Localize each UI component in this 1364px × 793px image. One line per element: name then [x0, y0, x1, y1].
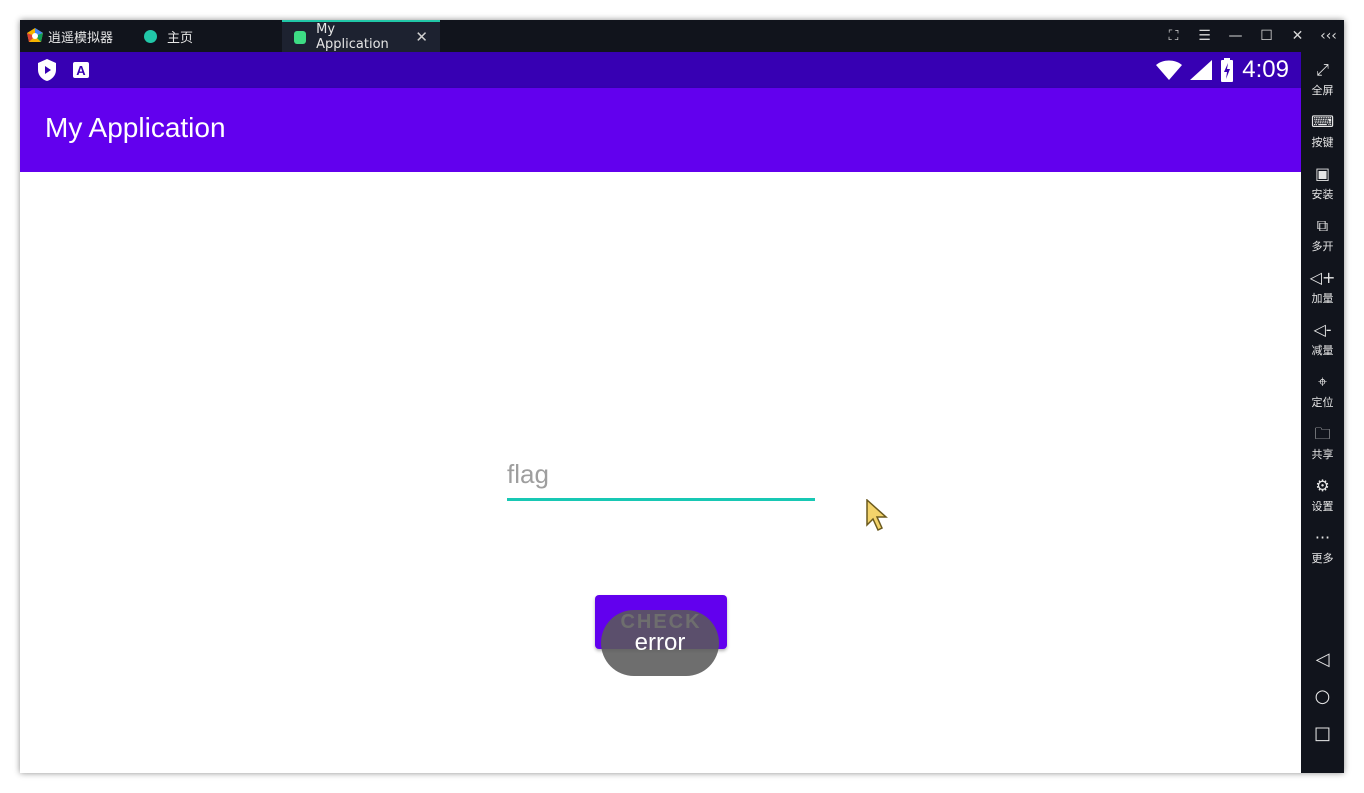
app-title: My Application [45, 112, 226, 143]
maximize-icon[interactable]: ☐ [1251, 28, 1282, 44]
android-app-icon [294, 30, 307, 44]
sidebar-item-share[interactable]: 🗀 共享 [1301, 424, 1344, 462]
volume-down-icon: ◁- [1313, 320, 1332, 339]
emulator-brand-label: 逍遥模拟器 [48, 30, 114, 46]
multi-instance-icon: ⧉ [1316, 216, 1329, 235]
emulator-logo-icon [27, 28, 43, 42]
sidebar-item-keyboard[interactable]: ⌨ 按键 [1301, 112, 1344, 150]
sidebar-label-install: 安装 [1311, 188, 1334, 201]
mouse-cursor-icon [866, 499, 888, 532]
sidebar-label-location: 定位 [1311, 396, 1334, 409]
sidebar-label-fullscreen: 全屏 [1311, 84, 1334, 97]
sidebar-item-install[interactable]: ▣ 安装 [1301, 164, 1344, 202]
menu-icon[interactable]: ☰ [1189, 28, 1220, 44]
sidebar-label-more: 更多 [1311, 552, 1334, 565]
nav-back-icon[interactable]: ◁ [1301, 649, 1344, 670]
sidebar-label-keyboard: 按键 [1311, 136, 1334, 149]
sidebar-label-volume-down: 减量 [1311, 344, 1334, 357]
notification-a-icon: A [73, 62, 89, 78]
apk-icon: ▣ [1314, 164, 1331, 183]
sidebar-item-multi[interactable]: ⧉ 多开 [1301, 216, 1344, 254]
signal-icon [1190, 60, 1213, 80]
app-bar: My Application [20, 88, 1301, 172]
tab-home[interactable]: 主页 [132, 20, 282, 52]
battery-icon [1221, 58, 1234, 82]
collapse-sidebar-icon[interactable]: ‹‹‹ [1313, 28, 1344, 44]
window-controls: ⛶ ☰ — ☐ ✕ ‹‹‹ [1158, 20, 1344, 52]
sidebar-item-volume-up[interactable]: ◁+ 加量 [1301, 268, 1344, 306]
sidebar-label-settings: 设置 [1311, 500, 1334, 513]
keyboard-icon: ⌨ [1310, 112, 1335, 131]
gear-icon: ⚙ [1315, 476, 1330, 495]
emulator-sidebar: ⤢ 全屏 ⌨ 按键 ▣ 安装 ⧉ 多开 ◁+ 加量 ◁- 减量 ⌖ 定位 🗀 共… [1301, 52, 1344, 773]
more-icon: ··· [1314, 528, 1331, 547]
android-status-bar: A 4:09 [20, 52, 1301, 88]
location-icon: ⌖ [1317, 372, 1327, 391]
close-icon[interactable]: ✕ [1282, 28, 1313, 44]
emulator-window: 逍遥模拟器 主页 My Application ✕ ⛶ ☰ — ☐ ✕ ‹‹‹ [20, 20, 1344, 773]
main-content: CHECK error [20, 172, 1301, 773]
sidebar-label-share: 共享 [1311, 448, 1334, 461]
sidebar-label-volume-up: 加量 [1311, 292, 1334, 305]
toast-message: error [634, 629, 686, 656]
fullscreen-icon: ⤢ [1316, 60, 1329, 79]
minimize-icon[interactable]: — [1220, 28, 1251, 44]
svg-text:A: A [76, 63, 86, 78]
android-screen: A 4:09 My Application flag error [20, 52, 1301, 773]
sidebar-label-multi: 多开 [1311, 240, 1334, 253]
folder-icon: 🗀 [1314, 424, 1331, 443]
sidebar-item-fullscreen[interactable]: ⤢ 全屏 [1301, 60, 1344, 98]
nav-recents-icon[interactable]: □ [1301, 723, 1344, 744]
emulator-brand: 逍遥模拟器 [26, 20, 113, 52]
error-toast: error [601, 610, 719, 676]
tab-home-label: 主页 [167, 30, 194, 46]
volume-up-icon: ◁+ [1309, 268, 1336, 287]
flag-input[interactable] [507, 454, 815, 501]
home-app-icon [144, 29, 157, 43]
sidebar-item-location[interactable]: ⌖ 定位 [1301, 372, 1344, 410]
sidebar-item-more[interactable]: ··· 更多 [1301, 528, 1344, 566]
title-bar: 逍遥模拟器 主页 My Application ✕ ⛶ ☰ — ☐ ✕ ‹‹‹ [20, 20, 1344, 52]
tab-my-application[interactable]: My Application ✕ [282, 20, 440, 52]
status-clock: 4:09 [1242, 56, 1289, 83]
screenshot-icon[interactable]: ⛶ [1158, 28, 1189, 44]
tab-close-icon[interactable]: ✕ [415, 28, 428, 46]
tab-my-application-label: My Application [316, 22, 389, 52]
sidebar-item-settings[interactable]: ⚙ 设置 [1301, 476, 1344, 514]
sidebar-item-volume-down[interactable]: ◁- 减量 [1301, 320, 1344, 358]
play-protect-icon [38, 59, 56, 81]
nav-home-icon[interactable]: ○ [1301, 686, 1344, 707]
wifi-icon [1156, 60, 1183, 80]
